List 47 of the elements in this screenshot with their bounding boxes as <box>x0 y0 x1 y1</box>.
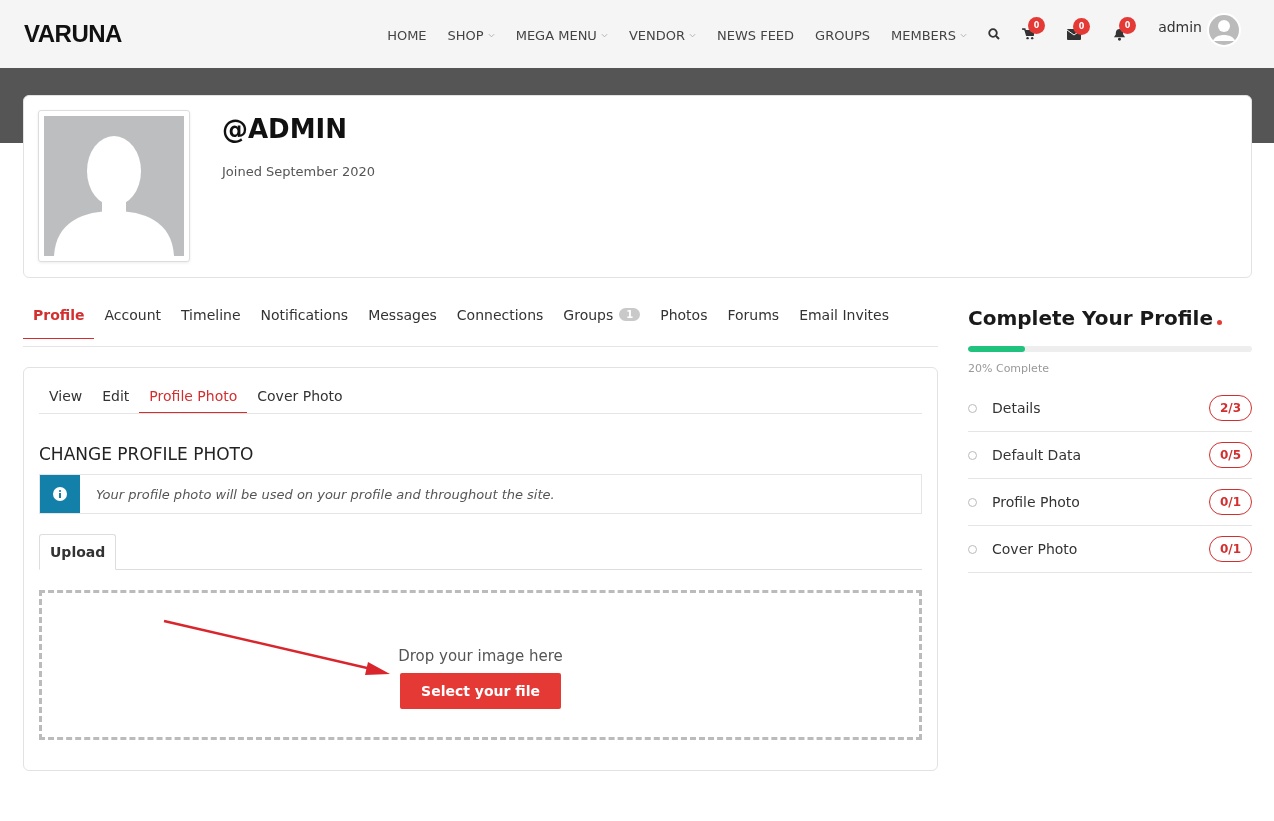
joined-date: Joined September 2020 <box>222 164 376 179</box>
chevron-down-icon[interactable] <box>600 32 608 38</box>
sub-tab[interactable]: View <box>39 380 93 413</box>
notification-badge: 0 <box>1073 17 1091 35</box>
select-file-button[interactable]: Select your file <box>400 672 561 709</box>
cart-icon[interactable] <box>1022 28 1036 40</box>
profile-tab[interactable]: Account <box>94 302 171 339</box>
nav-link[interactable]: NEWS FEED <box>717 27 795 43</box>
sub-tab[interactable]: Edit <box>92 380 140 413</box>
checklist-item[interactable]: Cover Photo <box>992 541 1209 557</box>
chevron-down-icon[interactable] <box>487 32 495 38</box>
sub-tab[interactable]: Cover Photo <box>247 380 353 413</box>
nav-link[interactable]: GROUPS <box>815 27 871 43</box>
sub-tab[interactable]: Profile Photo <box>139 380 248 413</box>
profile-tab[interactable]: Forums <box>717 302 790 339</box>
nav-link[interactable]: VENDOR <box>628 27 685 43</box>
upload-tab[interactable]: Upload <box>39 534 117 570</box>
chevron-down-icon[interactable] <box>689 32 696 38</box>
nav-link[interactable]: HOME <box>387 27 427 43</box>
profile-handle: @ADMIN <box>222 114 348 144</box>
info-message: Your profile photo will be used on your profile and throughout the site. <box>95 486 555 502</box>
notification-badge: 0 <box>1119 16 1137 34</box>
search-icon[interactable] <box>988 28 1001 40</box>
notification-badge: 0 <box>1028 17 1046 34</box>
chevron-down-icon[interactable] <box>960 32 968 38</box>
profile-tab[interactable]: Photos <box>650 302 718 339</box>
nav-link[interactable]: MEGA MENU <box>515 27 597 43</box>
profile-tab[interactable]: Timeline <box>171 302 251 339</box>
profile-tab[interactable]: Messages <box>358 302 447 339</box>
profile-tab[interactable]: Profile <box>23 302 95 339</box>
profile-tab[interactable]: Email Invites <box>789 302 899 339</box>
progress-reading: 20% Complete <box>968 362 1050 375</box>
nav-link[interactable]: SHOP <box>447 27 484 43</box>
section-title: CHANGE PROFILE PHOTO <box>39 444 255 464</box>
username-link[interactable]: admin <box>1158 19 1202 35</box>
profile-tab[interactable]: Notifications <box>250 302 359 339</box>
dropzone[interactable]: Drop your image here Select your file <box>39 590 922 740</box>
logo[interactable]: VARUNA <box>24 20 122 48</box>
checklist-item[interactable]: Default Data <box>992 447 1209 463</box>
profile-tab[interactable]: Connections <box>446 302 554 339</box>
dropzone-text: Drop your image here <box>398 646 563 665</box>
checklist-item[interactable]: Profile Photo <box>992 494 1209 510</box>
checklist-item[interactable]: Details <box>992 400 1209 416</box>
nav-link[interactable]: MEMBERS <box>891 27 957 43</box>
info-icon <box>40 475 80 513</box>
sidebar-title: Complete Your Profile <box>968 306 1252 330</box>
avatar-icon[interactable] <box>1206 12 1242 48</box>
